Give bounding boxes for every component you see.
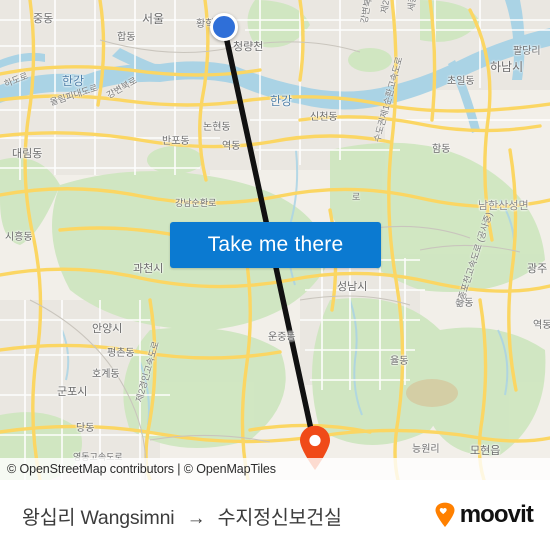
start-marker[interactable] (210, 13, 238, 41)
map-canvas[interactable]: 중동서울황학동합동청량천한강한강신천동하남시팔당리초일동함동논현동반포동역동대림… (0, 0, 550, 480)
route-destination: 수지정신보건실 (217, 506, 342, 529)
route-summary: 왕십리 Wangsimni → 수지정신보건실 (22, 501, 342, 530)
moovit-wordmark: moovit (459, 501, 534, 528)
moovit-pin-icon (435, 502, 455, 527)
footer-bar: 왕십리 Wangsimni → 수지정신보건실 moovit (0, 480, 550, 550)
take-me-there-button[interactable]: Take me there (170, 222, 381, 268)
route-origin: 왕십리 Wangsimni (22, 506, 175, 529)
moovit-route-screenshot: 중동서울황학동합동청량천한강한강신천동하남시팔당리초일동함동논현동반포동역동대림… (0, 0, 550, 550)
map-attribution: © OpenStreetMap contributors | © OpenMap… (0, 458, 550, 480)
moovit-logo[interactable]: moovit (432, 501, 534, 528)
route-arrow-icon: → (186, 507, 206, 529)
